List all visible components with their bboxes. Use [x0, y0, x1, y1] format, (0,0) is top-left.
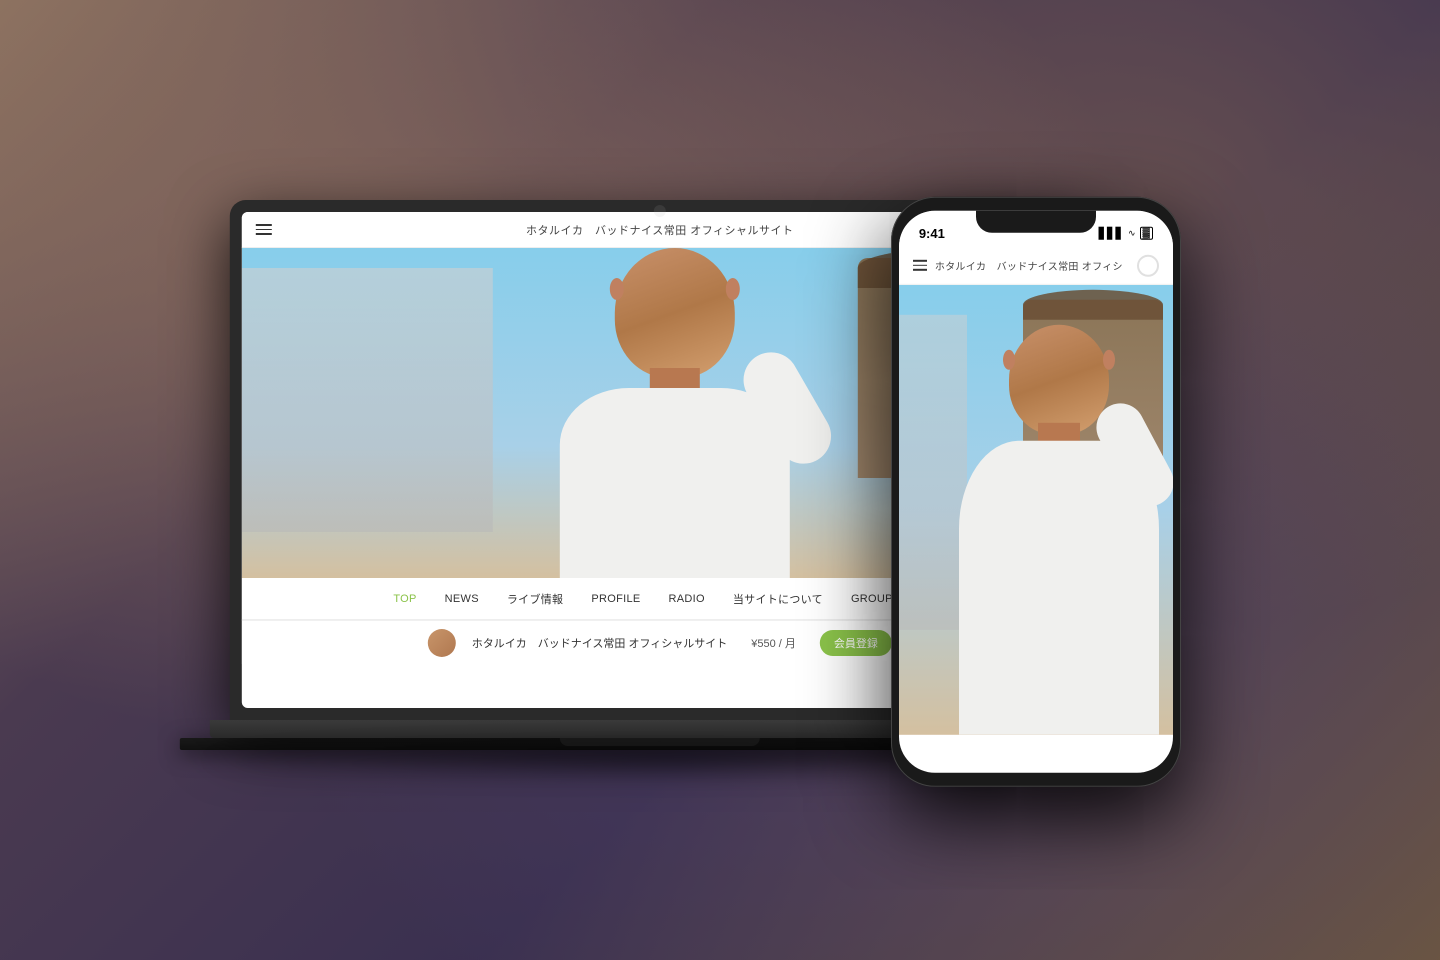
- wifi-icon: ∿: [1128, 227, 1136, 238]
- nav-top[interactable]: TOP: [393, 593, 416, 605]
- hamburger-icon[interactable]: [256, 224, 272, 235]
- phone-screen: 9:41 ▋▋▋ ∿ ▓ ホタルイカ バッドナイス常田 オフィシ: [899, 211, 1173, 773]
- signal-icon: ▋▋▋: [1099, 226, 1124, 239]
- phone-hero: [899, 285, 1173, 735]
- nav-profile[interactable]: PROFILE: [591, 593, 640, 605]
- phone-hamburger-icon[interactable]: [913, 260, 927, 271]
- phone: 9:41 ▋▋▋ ∿ ▓ ホタルイカ バッドナイス常田 オフィシ: [891, 197, 1181, 787]
- phone-header: ホタルイカ バッドナイス常田 オフィシ: [899, 247, 1173, 285]
- phone-hero-bg: [899, 285, 1173, 735]
- footer-site-name: ホタルイカ バッドナイス常田 オフィシャルサイト: [472, 635, 728, 651]
- phone-time: 9:41: [919, 225, 945, 240]
- nav-live[interactable]: ライブ情報: [507, 591, 564, 607]
- footer-avatar: [428, 629, 456, 657]
- nav-news[interactable]: NEWS: [445, 593, 479, 605]
- join-button[interactable]: 会員登録: [820, 630, 892, 656]
- phone-header-avatar[interactable]: [1137, 254, 1159, 276]
- nav-about[interactable]: 当サイトについて: [733, 591, 823, 607]
- phone-notch: [976, 211, 1096, 233]
- scene: ホタルイカ バッドナイス常田 オフィシャルサイト: [0, 0, 1440, 960]
- phone-header-title: ホタルイカ バッドナイス常田 オフィシ: [935, 258, 1129, 273]
- site-title: ホタルイカ バッドナイス常田 オフィシャルサイト: [526, 222, 794, 238]
- battery-icon: ▓: [1140, 226, 1153, 239]
- phone-device: 9:41 ▋▋▋ ∿ ▓ ホタルイカ バッドナイス常田 オフィシ: [891, 197, 1181, 787]
- phone-status-icons: ▋▋▋ ∿ ▓: [1099, 226, 1153, 239]
- nav-radio[interactable]: RADIO: [669, 593, 705, 605]
- footer-price: ¥550 / 月: [751, 635, 796, 651]
